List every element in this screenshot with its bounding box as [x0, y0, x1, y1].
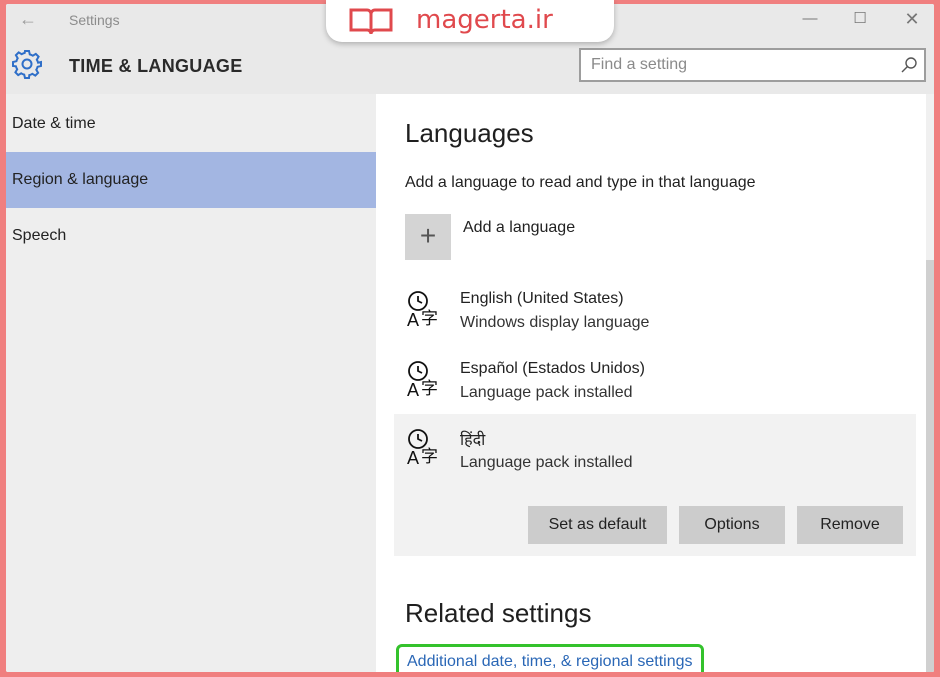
svg-text:字: 字 [421, 379, 438, 399]
maximize-button[interactable]: ☐ [836, 4, 884, 34]
watermark-text: magerta.ir [416, 5, 553, 35]
add-language-button[interactable]: + [405, 214, 451, 260]
options-button[interactable]: Options [679, 506, 785, 544]
svg-text:字: 字 [421, 309, 438, 329]
main-content: Languages Add a language to read and typ… [376, 94, 934, 672]
close-button[interactable]: ✕ [888, 4, 934, 34]
add-language-label[interactable]: Add a language [463, 219, 575, 237]
scrollbar[interactable] [926, 94, 934, 672]
language-name: English (United States) [460, 290, 624, 307]
sidebar-item-region-language[interactable]: Region & language [6, 152, 376, 208]
languages-description: Add a language to read and type in that … [405, 174, 756, 191]
additional-regional-settings-link[interactable]: Additional date, time, & regional settin… [396, 644, 704, 672]
search-input[interactable] [591, 55, 891, 75]
language-icon: A 字 [407, 291, 438, 330]
search-box[interactable] [579, 48, 926, 82]
language-icon: A 字 [407, 361, 438, 400]
language-status: Windows display language [460, 314, 650, 331]
page-header: TIME & LANGUAGE [6, 36, 934, 94]
search-icon[interactable] [900, 56, 918, 74]
svg-text:A: A [407, 380, 419, 400]
page-title: TIME & LANGUAGE [69, 56, 243, 76]
minimize-button[interactable]: — [786, 4, 834, 34]
book-logo-icon [349, 8, 393, 35]
sidebar: Date & time Region & language Speech [6, 94, 376, 672]
scrollbar-thumb[interactable] [926, 260, 934, 672]
sidebar-item-date-time[interactable]: Date & time [6, 96, 376, 152]
watermark: magerta.ir [326, 0, 614, 42]
set-as-default-button[interactable]: Set as default [528, 506, 667, 544]
language-item-english[interactable]: A 字 English (United States) Windows disp… [394, 284, 916, 352]
sidebar-item-speech[interactable]: Speech [6, 208, 376, 264]
svg-text:A: A [407, 448, 419, 468]
back-button[interactable]: ← [14, 6, 42, 32]
window-title: Settings [69, 12, 120, 28]
language-item-spanish[interactable]: A 字 Español (Estados Unidos) Language pa… [394, 354, 916, 422]
language-status: Language pack installed [460, 454, 633, 471]
languages-heading: Languages [405, 118, 534, 148]
language-name: Español (Estados Unidos) [460, 360, 645, 377]
svg-text:A: A [407, 310, 419, 330]
svg-text:字: 字 [421, 447, 438, 467]
language-name: हिंदी [460, 432, 486, 449]
related-settings-heading: Related settings [405, 598, 592, 628]
remove-button[interactable]: Remove [797, 506, 903, 544]
language-status: Language pack installed [460, 384, 633, 401]
settings-window: ← Settings — ☐ ✕ TIME & LANGUAGE Date & … [6, 4, 934, 672]
language-icon: A 字 [407, 429, 438, 468]
gear-icon [12, 50, 42, 79]
language-item-hindi[interactable]: A 字 हिंदी Language pack installed Set as… [394, 414, 916, 556]
plus-icon: + [419, 220, 437, 251]
